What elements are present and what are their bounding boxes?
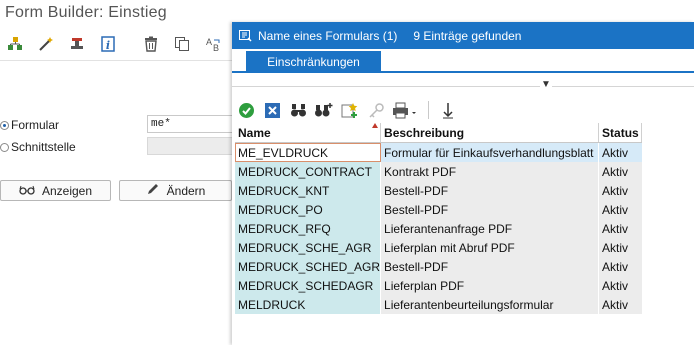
window-title: Form Builder: Einstieg [5,4,167,21]
dialog-window-icon [239,29,252,42]
value-help-dialog: Name eines Formulars (1) 9 Einträge gefu… [232,22,694,345]
svg-text:A: A [206,37,212,47]
toolbar-divider [0,60,232,61]
table-row[interactable]: MEDRUCK_SCHEDAGR Lieferplan PDF Aktiv [235,276,642,295]
column-header-name[interactable]: Name [235,123,382,143]
radio-formular[interactable] [0,120,9,130]
copy-icon[interactable] [172,34,192,54]
cell-beschreibung[interactable]: Lieferantenbeurteilungsformular [380,295,600,314]
key-icon [366,100,386,120]
cell-status[interactable]: Aktiv [598,142,642,162]
result-table: Name Beschreibung Status ME_EVLDRUCK For… [235,123,643,314]
cell-name[interactable]: MEDRUCK_KNT [235,181,382,200]
cell-beschreibung[interactable]: Lieferantenanfrage PDF [380,219,600,238]
cell-beschreibung[interactable]: Bestell-PDF [380,181,600,200]
collapse-arrow-icon[interactable]: ▼ [540,79,552,91]
check-icon[interactable] [236,100,256,120]
svg-text:B: B [213,43,219,52]
table-row[interactable]: ME_EVLDRUCK Formular für Einkaufsverhand… [235,142,642,162]
cell-name[interactable]: MEDRUCK_RFQ [235,219,382,238]
table-row[interactable]: MEDRUCK_CONTRACT Kontrakt PDF Aktiv [235,162,642,181]
sort-indicator-icon [372,123,379,128]
anzeigen-button[interactable]: Anzeigen [0,180,111,201]
dialog-title: Name eines Formulars (1) [258,28,398,43]
cell-status[interactable]: Aktiv [598,162,642,181]
schnittstelle-field [147,137,233,155]
table-row[interactable]: MEDRUCK_RFQ Lieferantenanfrage PDF Aktiv [235,219,642,238]
radio-formular-label: Formular [11,118,60,132]
tab-einschraenkungen[interactable]: Einschränkungen [246,51,381,73]
cell-beschreibung[interactable]: Lieferplan PDF [380,276,600,295]
pencil-icon [146,182,160,199]
cell-status[interactable]: Aktiv [598,219,642,238]
cell-name[interactable]: MELDRUCK [235,295,382,314]
magic-wand-icon[interactable] [36,34,56,54]
binoculars-icon[interactable] [288,100,308,120]
cell-status[interactable]: Aktiv [598,295,642,314]
table-row[interactable]: MELDRUCK Lieferantenbeurteilungsformular… [235,295,642,314]
stamp-icon[interactable] [67,34,87,54]
aendern-button[interactable]: Ändern [119,180,232,201]
cell-status[interactable]: Aktiv [598,276,642,295]
trash-icon[interactable] [141,34,161,54]
cell-status[interactable]: Aktiv [598,257,642,276]
column-header-status[interactable]: Status [598,123,643,143]
formular-field[interactable]: me* [147,115,233,133]
cell-beschreibung[interactable]: Bestell-PDF [380,200,600,219]
rename-icon[interactable]: AB [204,34,224,54]
table-row[interactable]: MEDRUCK_SCHED_AGR Bestell-PDF Aktiv [235,257,642,276]
new-entry-icon[interactable] [340,100,360,120]
toolbar-separator [428,101,429,119]
aendern-label: Ändern [166,183,206,198]
cell-name[interactable]: ME_EVLDRUCK [235,142,382,162]
cell-beschreibung[interactable]: Lieferplan mit Abruf PDF [380,238,600,257]
cell-name[interactable]: MEDRUCK_PO [235,200,382,219]
radio-formular-row[interactable]: Formular [0,118,59,132]
cell-name[interactable]: MEDRUCK_SCHEDAGR [235,276,382,295]
binoculars-plus-icon[interactable] [314,100,334,120]
anzeigen-label: Anzeigen [41,183,93,198]
collapse-line [232,86,694,87]
radio-schnittstelle-row[interactable]: Schnittstelle [0,140,76,154]
cell-name[interactable]: MEDRUCK_SCHE_AGR [235,238,382,257]
cell-status[interactable]: Aktiv [598,200,642,219]
table-header-row: Name Beschreibung Status [235,123,643,143]
radio-schnittstelle-label: Schnittstelle [11,140,76,154]
cancel-icon[interactable] [262,100,282,120]
cell-status[interactable]: Aktiv [598,181,642,200]
table-row[interactable]: MEDRUCK_SCHE_AGR Lieferplan mit Abruf PD… [235,238,642,257]
cell-beschreibung[interactable]: Kontrakt PDF [380,162,600,181]
table-row[interactable]: MEDRUCK_KNT Bestell-PDF Aktiv [235,181,642,200]
restrictions-collapse-bar[interactable]: ▼ [232,79,694,91]
dialog-toolbar [232,98,694,122]
info-icon[interactable]: i [98,34,118,54]
cell-name[interactable]: MEDRUCK_SCHED_AGR [235,257,382,276]
tab-strip: Einschränkungen [232,49,694,73]
cell-beschreibung[interactable]: Formular für Einkaufsverhandlungsblatt [380,142,600,162]
dialog-titlebar: Name eines Formulars (1) 9 Einträge gefu… [232,22,694,49]
hierarchy-icon[interactable] [5,34,25,54]
glasses-icon [19,184,35,198]
cell-beschreibung[interactable]: Bestell-PDF [380,257,600,276]
print-icon[interactable] [392,100,418,120]
table-row[interactable]: MEDRUCK_PO Bestell-PDF Aktiv [235,200,642,219]
radio-schnittstelle[interactable] [0,142,9,152]
cell-status[interactable]: Aktiv [598,238,642,257]
sort-icon[interactable] [438,100,458,120]
cell-name[interactable]: MEDRUCK_CONTRACT [235,162,382,181]
entries-found-text: 9 Einträge gefunden [413,28,522,43]
svg-text:i: i [106,39,110,52]
column-header-beschreibung[interactable]: Beschreibung [380,123,600,143]
